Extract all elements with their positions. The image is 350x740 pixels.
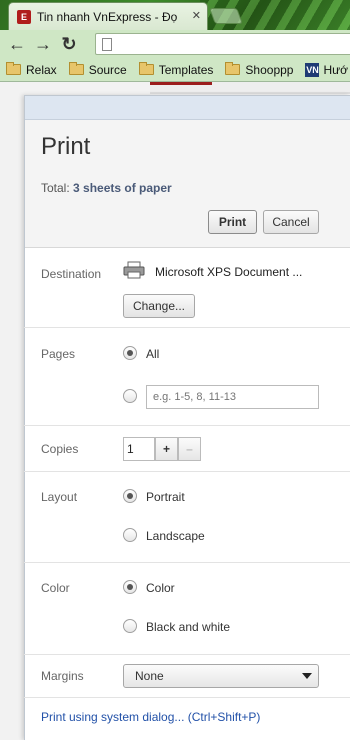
print-title: Print — [41, 133, 91, 160]
bookmark-shooppp[interactable]: Shooppp — [225, 62, 294, 77]
back-button[interactable]: ← — [4, 32, 30, 56]
layout-section — [24, 472, 350, 563]
tab-vnexpress[interactable]: E Tin nhanh VnExpress - Đọ ✕ — [8, 2, 208, 30]
color-bw-label: Black and white — [146, 620, 231, 634]
color-color-label: Color — [146, 581, 175, 595]
printer-icon — [123, 261, 145, 279]
copies-increment-button[interactable]: + — [155, 437, 178, 461]
pages-label: Pages — [41, 347, 76, 361]
destination-label: Destination — [41, 267, 102, 281]
page-icon — [102, 38, 112, 51]
layout-landscape-label: Landscape — [146, 529, 205, 543]
margins-select[interactable]: None — [123, 664, 319, 688]
bookmarks-bar: Relax Source Templates Shooppp VN Hướ — [0, 58, 350, 82]
pages-section — [24, 328, 350, 426]
pages-all-label: All — [146, 347, 160, 361]
color-section — [24, 563, 350, 655]
summary-prefix: Total: — [41, 181, 74, 195]
background-accent — [150, 82, 212, 85]
tab-strip: E Tin nhanh VnExpress - Đọ ✕ — [0, 0, 350, 30]
bookmark-label: Shooppp — [245, 62, 294, 77]
layout-portrait-radio[interactable] — [123, 489, 137, 503]
browser-toolbar: ← → ↻ — [0, 30, 350, 58]
chevron-down-icon — [302, 673, 312, 679]
vn-icon: VN — [305, 62, 320, 77]
print-button[interactable]: Print — [208, 210, 257, 234]
vnexpress-favicon-icon: E — [17, 9, 31, 24]
bookmark-templates[interactable]: Templates — [138, 62, 214, 77]
summary-value: 3 sheets of paper — [73, 181, 172, 195]
address-bar[interactable] — [95, 33, 350, 55]
forward-button[interactable]: → — [30, 32, 56, 56]
bookmark-source[interactable]: Source — [68, 62, 127, 77]
copies-label: Copies — [41, 442, 79, 456]
bookmark-huong[interactable]: VN Hướ — [305, 62, 349, 77]
tab-title: Tin nhanh VnExpress - Đọ — [37, 9, 178, 24]
folder-icon — [138, 62, 154, 75]
folder-icon — [6, 62, 21, 75]
cancel-button[interactable]: Cancel — [263, 210, 319, 234]
layout-portrait-label: Portrait — [146, 490, 185, 504]
print-summary: Total: 3 sheets of paper — [41, 181, 172, 195]
pages-all-radio[interactable] — [123, 346, 137, 360]
copies-input[interactable]: 1 — [123, 437, 155, 461]
color-label: Color — [41, 581, 70, 595]
copies-decrement-button[interactable]: – — [178, 437, 201, 461]
close-tab-icon[interactable]: ✕ — [192, 9, 201, 22]
new-tab-button[interactable] — [209, 8, 243, 24]
bookmark-label: Relax — [26, 62, 57, 77]
folder-icon — [225, 62, 241, 75]
bookmark-relax[interactable]: Relax — [6, 62, 57, 77]
layout-label: Layout — [41, 490, 78, 504]
pages-range-input[interactable] — [146, 385, 319, 409]
system-dialog-link[interactable]: Print using system dialog... (Ctrl+Shift… — [41, 710, 260, 724]
dialog-topbar — [25, 96, 350, 120]
color-color-radio[interactable] — [123, 580, 137, 594]
destination-printer-name: Microsoft XPS Document ... — [155, 265, 303, 279]
pages-custom-radio[interactable] — [123, 389, 137, 403]
change-destination-button[interactable]: Change... — [123, 294, 195, 318]
reload-button[interactable]: ↻ — [56, 32, 82, 56]
margins-selected-value: None — [135, 669, 164, 683]
background-page-nav — [150, 82, 350, 94]
bookmark-label: Source — [88, 62, 127, 77]
color-bw-radio[interactable] — [123, 619, 137, 633]
bookmark-label: Templates — [158, 62, 214, 77]
folder-icon — [68, 62, 84, 75]
margins-label: Margins — [41, 669, 84, 683]
bookmark-label: Hướ — [323, 62, 349, 77]
layout-landscape-radio[interactable] — [123, 528, 137, 542]
